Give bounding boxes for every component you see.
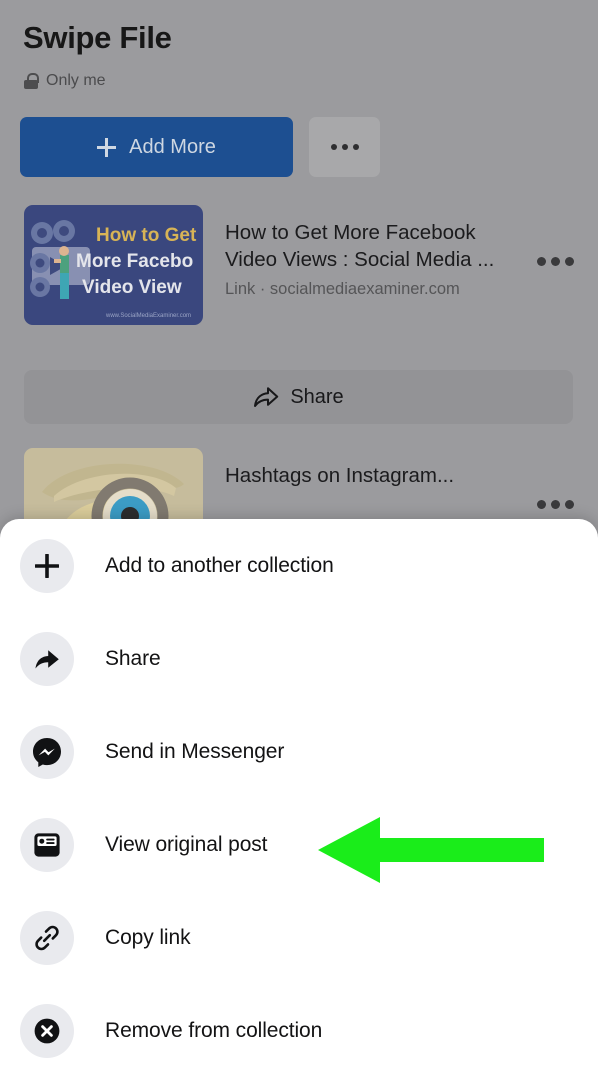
saved-item-subtitle: Link · socialmediaexaminer.com [225,280,460,298]
bottom-sheet-menu: Add to another collection Share Send in … [0,519,598,1077]
share-button-label: Share [290,385,344,408]
saved-item-thumbnail: How to Get More Facebo Video View www.So… [24,205,203,325]
menu-item-copy-link[interactable]: Copy link [0,891,598,984]
ellipsis-icon [537,257,574,266]
menu-item-label: Add to another collection [105,553,334,577]
ellipsis-icon [537,500,574,509]
add-more-label: Add More [129,135,216,158]
saved-item-overflow-button[interactable] [537,257,574,266]
menu-item-label: View original post [105,832,268,856]
share-button[interactable]: Share [24,370,573,424]
collection-overflow-button[interactable] [309,117,380,177]
lock-icon [24,73,39,89]
menu-item-remove-from-collection[interactable]: Remove from collection [0,984,598,1077]
menu-item-label: Send in Messenger [105,739,285,763]
app-screen: Swipe File Only me Add More How to Get M… [0,0,598,1080]
privacy-label: Only me [46,72,106,89]
bottom-sheet: Add to another collection Share Send in … [0,519,598,1080]
share-arrow-icon [254,387,279,407]
link-chain-icon [20,910,74,965]
plus-icon [97,137,117,157]
page-title: Swipe File [23,20,172,55]
saved-item-overflow-button[interactable] [537,500,574,509]
share-arrow-filled-icon [20,631,74,686]
menu-item-label: Share [105,646,161,670]
menu-item-add-to-another-collection[interactable]: Add to another collection [0,519,598,612]
close-circle-icon [20,1003,74,1058]
menu-item-send-in-messenger[interactable]: Send in Messenger [0,705,598,798]
privacy-row: Only me [24,72,106,90]
menu-item-label: Copy link [105,925,191,949]
ellipsis-icon [330,144,359,150]
messenger-icon [20,724,74,779]
menu-item-share[interactable]: Share [0,612,598,705]
plus-icon [20,538,74,593]
saved-item-title: How to Get More Facebook Video Views : S… [225,221,495,271]
menu-item-view-original-post[interactable]: View original post [0,798,598,891]
saved-item-title: Hashtags on Instagram... [225,464,455,487]
menu-item-label: Remove from collection [105,1018,323,1042]
add-more-button[interactable]: Add More [20,117,293,177]
saved-item-card[interactable]: How to Get More Facebo Video View www.So… [0,205,598,325]
header-action-row: Add More [20,117,380,177]
post-card-icon [20,817,74,872]
